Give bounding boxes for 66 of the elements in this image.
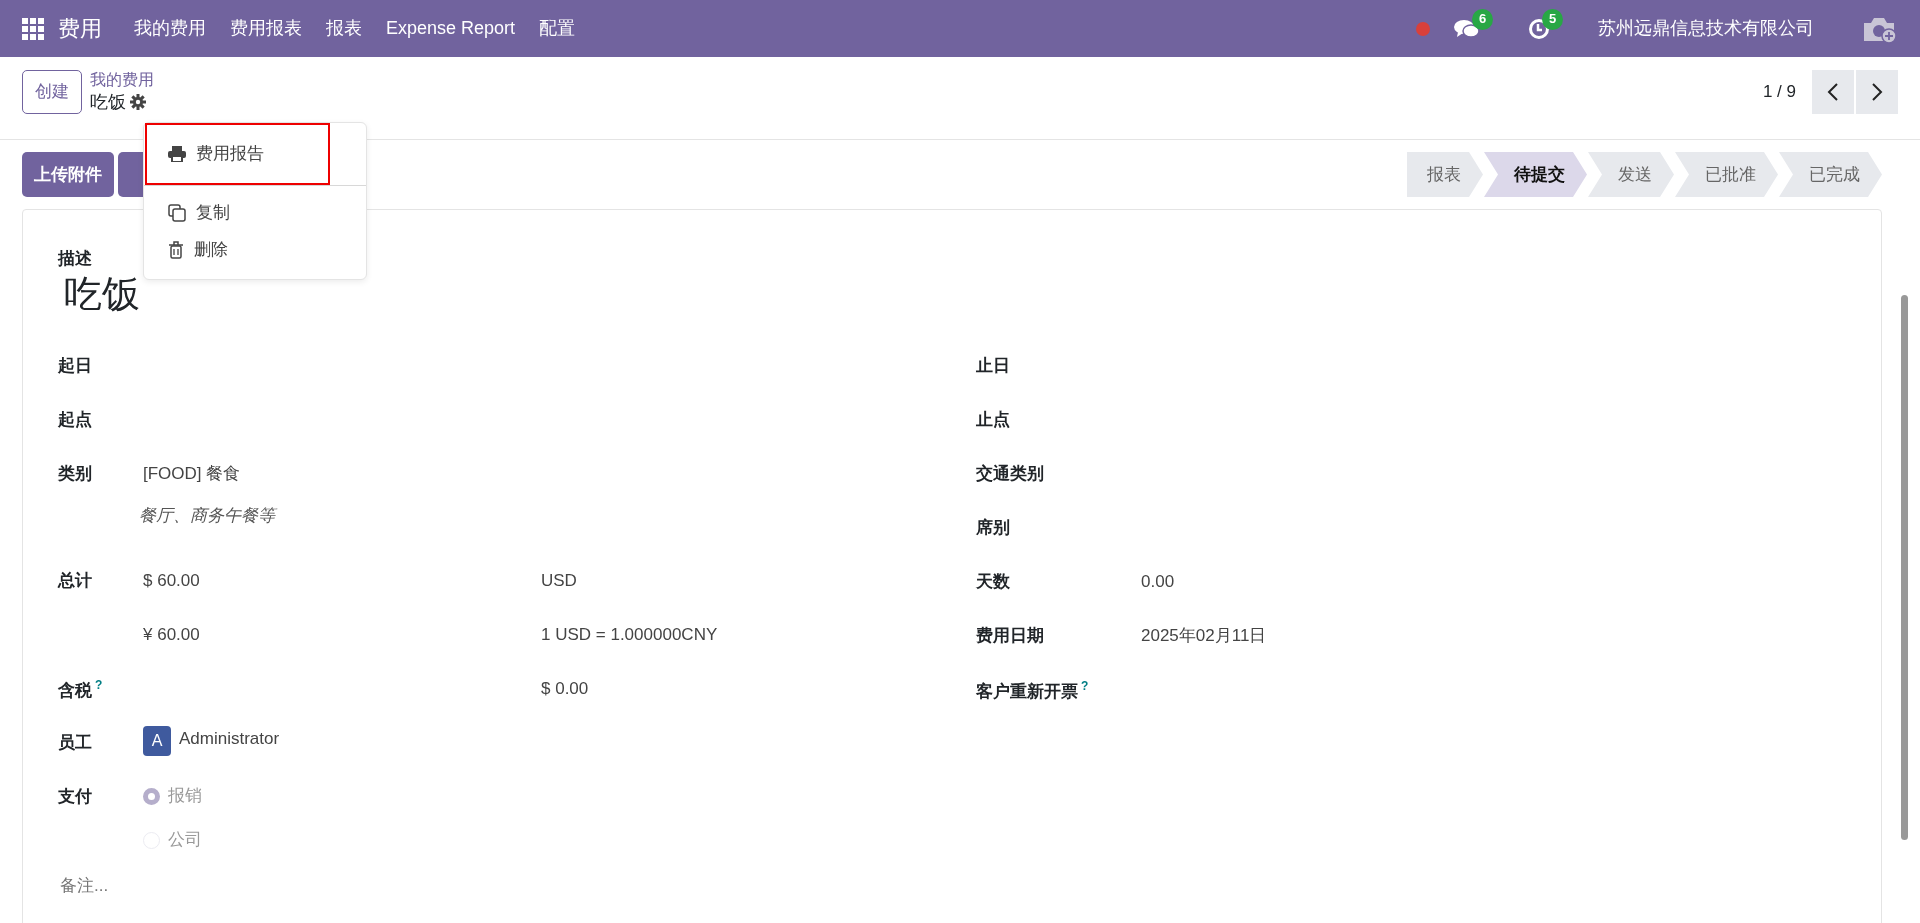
clock-icon[interactable]	[1528, 17, 1550, 40]
printer-icon	[168, 146, 186, 162]
menu-item[interactable]: 费用报告	[147, 125, 328, 183]
field-value: ¥ 60.00	[143, 624, 201, 647]
field-value: 0.00	[1141, 571, 1175, 594]
field-label: 员工	[58, 733, 92, 753]
gear-icon[interactable]	[130, 94, 146, 111]
breadcrumb-link[interactable]: 我的费用	[90, 70, 154, 91]
menu-item[interactable]: 复制	[144, 185, 366, 231]
create-button[interactable]: 创建	[22, 70, 82, 114]
field-note: 餐厅、商务午餐等	[139, 504, 278, 527]
message-count: 6	[1472, 8, 1493, 30]
field-label: 止点	[976, 410, 1010, 430]
next-button[interactable]	[1856, 70, 1898, 114]
record-name: 吃饭	[90, 90, 126, 114]
menu-item[interactable]: 费用报表	[218, 15, 314, 42]
field-value: 2025年02月11日	[1141, 625, 1267, 648]
company-name[interactable]: 苏州远鼎信息技术有限公司	[1598, 15, 1814, 42]
radio-label: 公司	[168, 829, 202, 852]
menu-item[interactable]: 报表	[314, 15, 374, 42]
pager-text: 1 / 9	[1762, 81, 1796, 104]
chevron-left-icon	[1827, 82, 1839, 102]
status-step[interactable]: 已批准	[1675, 152, 1778, 197]
field-label: 类别	[58, 464, 92, 484]
field-label: 描述	[58, 248, 92, 270]
status-step[interactable]: 报表	[1407, 152, 1483, 197]
field-label: 客户重新开票	[976, 681, 1078, 701]
field-label: 席别	[976, 518, 1010, 538]
radio-button[interactable]	[143, 787, 160, 805]
menu-item[interactable]: Expense Report	[374, 15, 528, 42]
field-label: 交通类别	[976, 464, 1044, 484]
chevron-right-icon	[1871, 82, 1883, 102]
copy-icon	[168, 203, 186, 222]
field-value: [FOOD] 餐食	[143, 463, 242, 486]
status-step[interactable]: 已完成	[1779, 152, 1882, 197]
field-label: 支付	[58, 787, 92, 807]
help-icon[interactable]: ?	[1081, 679, 1089, 694]
menu-item[interactable]: 配置	[527, 15, 588, 42]
avatar: A	[143, 726, 171, 757]
field-label: 含税	[58, 680, 92, 700]
help-icon[interactable]: ?	[95, 678, 103, 693]
field-value: $ 0.00	[541, 678, 589, 701]
field-value: 1 USD = 1.000000CNY	[541, 624, 718, 647]
field-label: 费用日期	[976, 626, 1044, 646]
scrollbar[interactable]	[1901, 295, 1908, 840]
menu-item[interactable]: 我的费用	[122, 15, 218, 42]
field-label: 天数	[976, 572, 1010, 592]
menu-item[interactable]: 删除	[144, 231, 366, 269]
record-title: 吃饭	[64, 271, 140, 317]
field-label: 止日	[976, 356, 1010, 376]
upload-button[interactable]: 上传附件	[22, 152, 114, 197]
field-value: $ 60.00	[143, 570, 201, 593]
status-step[interactable]: 发送	[1588, 152, 1674, 197]
field-label: 起点	[58, 410, 92, 430]
apps-menu-icon[interactable]	[22, 17, 44, 40]
previous-button[interactable]	[1812, 70, 1854, 114]
activity-count: 5	[1542, 8, 1563, 30]
status-dot-icon	[1416, 21, 1430, 36]
field-value: USD	[541, 570, 577, 593]
trash-icon	[168, 241, 184, 259]
field-label: 总计	[58, 571, 92, 591]
field-label: 起日	[58, 356, 92, 376]
app-name: 费用	[58, 15, 102, 43]
radio-label: 报销	[168, 785, 202, 808]
employee-name[interactable]: Administrator	[179, 726, 280, 752]
status-step[interactable]: 待提交	[1484, 152, 1587, 197]
